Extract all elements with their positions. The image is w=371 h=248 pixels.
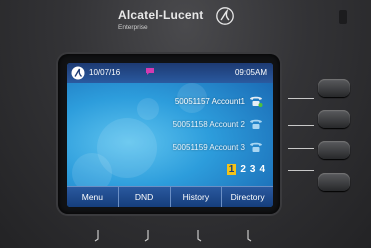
handset-icon <box>250 142 262 152</box>
line-key-2[interactable]: 50051158 Account 2 <box>173 116 263 132</box>
indicator-light <box>339 10 347 24</box>
alcatel-logo-icon <box>71 66 85 80</box>
side-button-3[interactable] <box>318 141 350 159</box>
line-label: 50051157 Account1 <box>174 96 245 106</box>
softkey-marker <box>144 230 149 242</box>
desk-phone: Alcatel-Lucent Enterprise 10/07/16 09:05… <box>0 0 371 248</box>
brand-subtitle: Enterprise <box>118 24 148 31</box>
leader-line <box>288 98 314 99</box>
side-button-2[interactable] <box>318 110 350 128</box>
leader-line <box>288 170 314 171</box>
softkey-marker <box>94 230 99 242</box>
page-2[interactable]: 2 <box>240 164 246 175</box>
page-4[interactable]: 4 <box>259 164 265 175</box>
brand-name: Alcatel-Lucent <box>118 8 204 22</box>
softkey-bar: Menu DND History Directory <box>67 186 273 207</box>
side-button-1[interactable] <box>318 79 350 97</box>
page-1[interactable]: 1 <box>226 164 237 175</box>
message-icon <box>146 68 154 75</box>
line-label: 50051159 Account 3 <box>172 142 245 152</box>
softkey-marker <box>247 230 252 242</box>
softkey-menu[interactable]: Menu <box>67 186 119 207</box>
brand: Alcatel-Lucent Enterprise <box>118 6 234 36</box>
brand-logo-icon <box>216 7 234 25</box>
softkey-dnd[interactable]: DND <box>118 186 171 207</box>
softkey-directory[interactable]: Directory <box>222 186 273 207</box>
display-screen: 10/07/16 09:05AM 50051157 Account1 50051… <box>67 63 273 207</box>
softkey-marker <box>197 230 202 242</box>
leader-line <box>288 148 314 149</box>
status-date: 10/07/16 <box>89 68 121 77</box>
line-key-1[interactable]: 50051157 Account1 <box>175 93 263 109</box>
status-time: 09:05AM <box>234 68 267 77</box>
side-button-4[interactable] <box>318 173 350 191</box>
background-bubble <box>137 98 159 120</box>
line-key-3[interactable]: 50051159 Account 3 <box>173 139 263 155</box>
handset-icon <box>250 96 263 107</box>
status-bar: 10/07/16 09:05AM <box>67 63 273 83</box>
page-indicator: 1 2 3 4 <box>223 164 265 175</box>
page-3[interactable]: 3 <box>250 164 256 175</box>
leader-line <box>288 125 314 126</box>
line-label: 50051158 Account 2 <box>172 119 245 129</box>
softkey-history[interactable]: History <box>170 186 223 207</box>
handset-icon <box>250 119 262 129</box>
